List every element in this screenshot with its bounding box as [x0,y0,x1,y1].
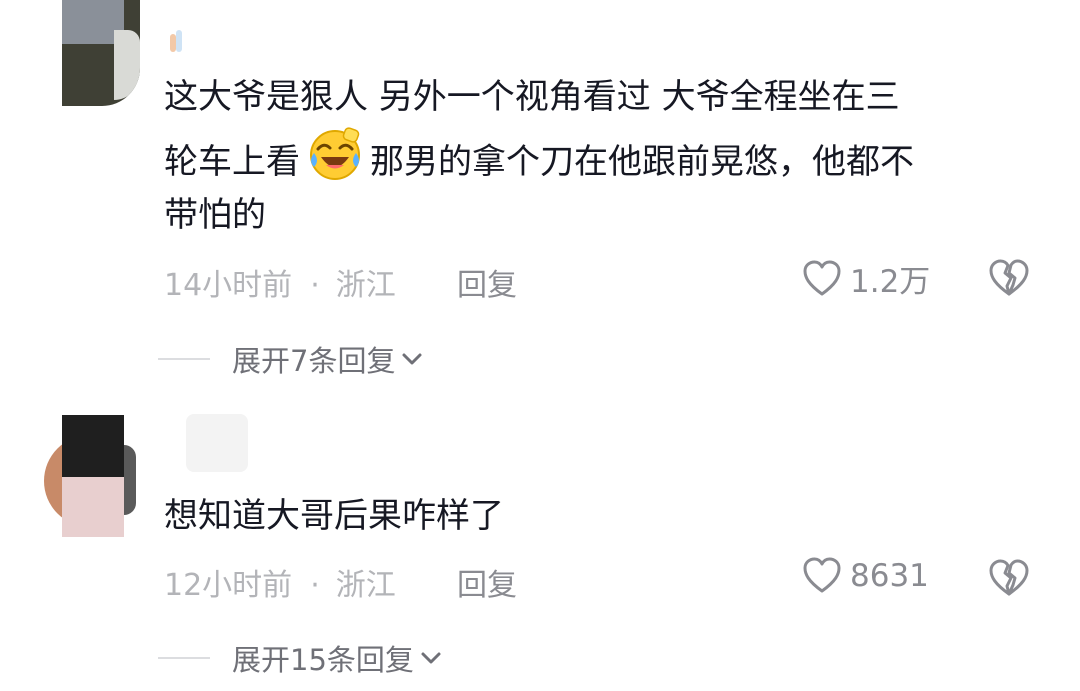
expand-replies-label: 展开15条回复 [232,643,414,677]
comment-meta: 12小时前 · 浙江 [164,560,396,604]
comment-meta: 14小时前 · 浙江 [164,260,396,304]
meta-separator: · [310,568,320,603]
expand-replies-button[interactable]: 展开7条回复 [158,338,423,380]
heart-outline-icon [803,557,841,593]
broken-heart-icon[interactable] [988,258,1030,298]
avatar[interactable] [62,0,140,106]
meta-separator: · [310,268,320,303]
username-badge-icon [170,30,182,52]
timestamp: 12小时前 [164,568,293,603]
chevron-down-icon [421,652,441,664]
username-blurred[interactable] [186,414,248,472]
comment-line: 那男的拿个刀在他跟前晃悠，他都不 [370,142,914,182]
like-count: 1.2万 [850,264,931,300]
reply-button[interactable]: 回复 [457,260,517,304]
like-button[interactable]: 1.2万 [802,256,930,301]
comment-text: 想知道大哥后果咋样了 [164,487,504,546]
comment-line: 这大爷是狠人 另外一个视角看过 大爷全程坐在三 [164,77,900,117]
broken-heart-icon[interactable] [988,558,1030,598]
comment-line: 轮车上看 [164,142,300,182]
heart-outline-icon [803,260,841,295]
divider [158,657,210,659]
reply-button[interactable]: 回复 [457,560,517,604]
avatar[interactable] [44,415,136,537]
comment-line: 带怕的 [164,195,266,235]
like-button[interactable]: 8631 [802,556,929,596]
chevron-down-icon [402,353,422,365]
location: 浙江 [335,568,396,603]
expand-replies-label: 展开7条回复 [232,344,396,378]
location: 浙江 [335,268,396,303]
comment-line: 想知道大哥后果咋样了 [164,496,504,536]
expand-replies-button[interactable]: 展开15条回复 [158,637,442,679]
divider [158,358,210,360]
laughing-tears-emoji-icon [310,127,360,180]
comment-text: 这大爷是狠人 另外一个视角看过 大爷全程坐在三 轮车上看 那男的拿个刀在他跟前晃… [164,68,914,245]
timestamp: 14小时前 [164,268,293,303]
like-count: 8631 [850,558,929,594]
